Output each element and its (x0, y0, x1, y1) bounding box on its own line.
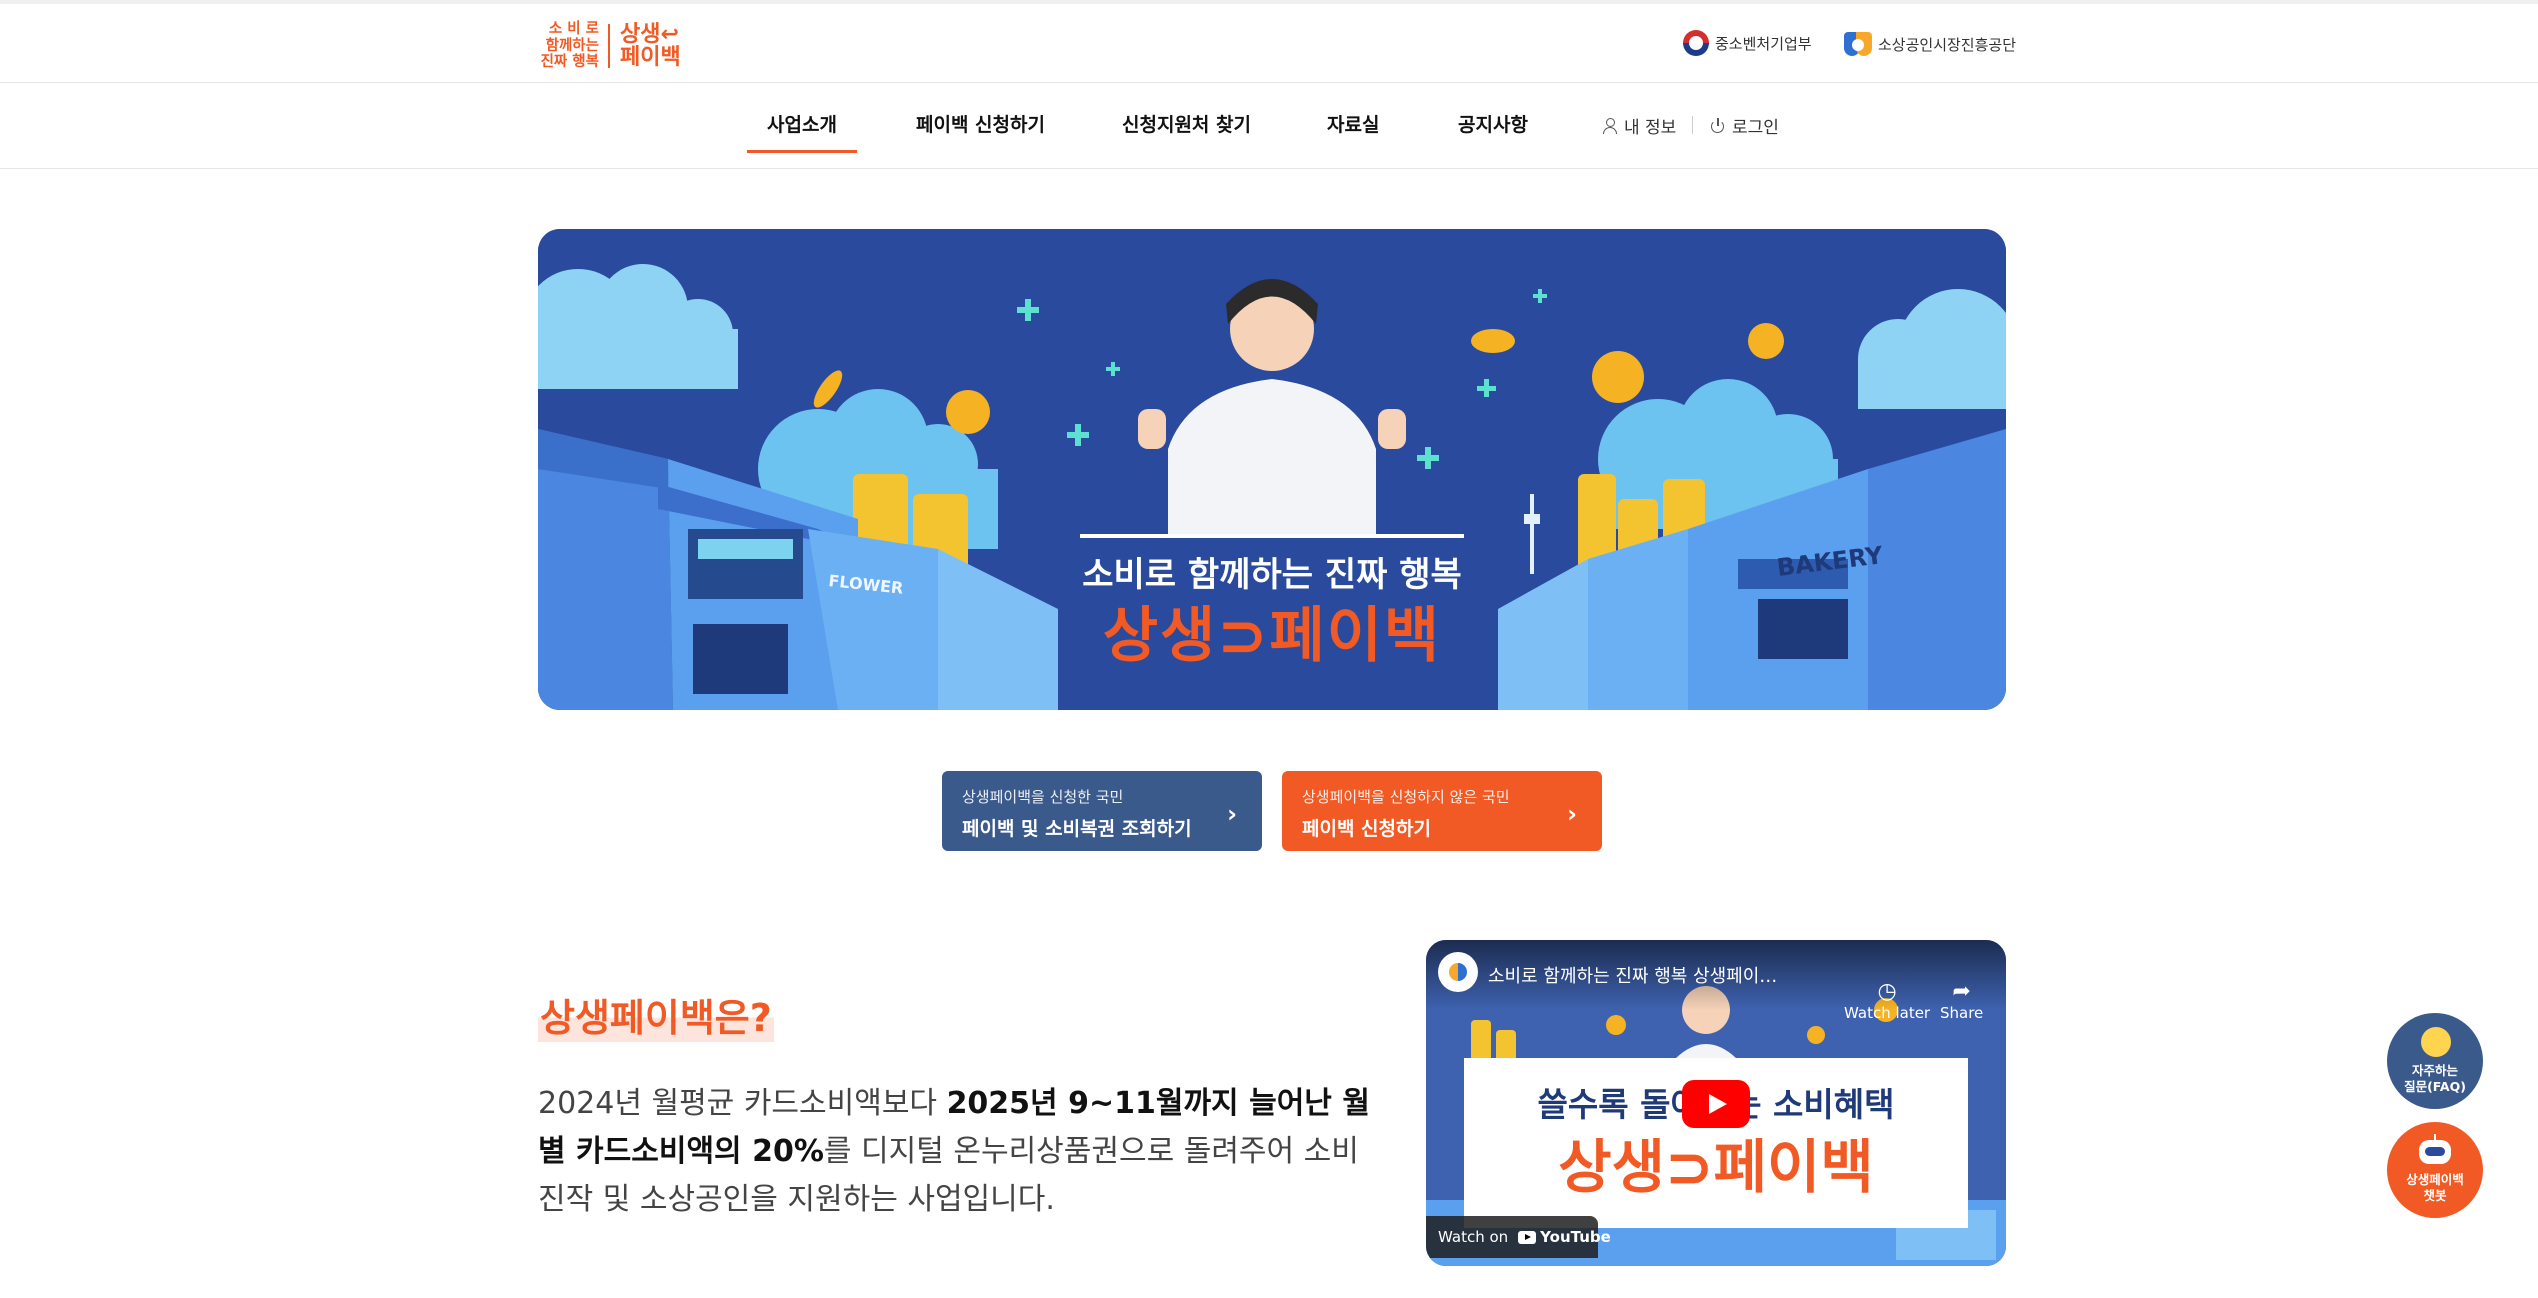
logo-brand-line: 페이백 (620, 45, 681, 70)
banner-title-bar (1080, 534, 1464, 538)
chatbot-label-line: 챗봇 (2423, 1188, 2447, 1203)
logo-slogan-line: 소 비 로 (548, 21, 599, 38)
logo-slogan-line: 함께하는 (545, 37, 599, 54)
power-icon (1710, 117, 1726, 134)
intro-title: 상생페이백은? (538, 987, 774, 1042)
logo-brand-line: 상생↩ (620, 22, 679, 47)
logo-divider (608, 24, 610, 68)
faq-character-icon (2421, 1027, 2451, 1057)
gov-link-semas[interactable]: 소상공인시장진흥공단 (1844, 30, 2016, 58)
channel-avatar[interactable] (1438, 952, 1478, 992)
cta-label: 페이백 및 소비복권 조회하기 (962, 818, 1192, 840)
nav-item-apply[interactable]: 페이백 신청하기 (916, 110, 1045, 140)
faq-label-line: 질문(FAQ) (2404, 1079, 2466, 1094)
check-payback-button[interactable]: 상생페이백을 신청한 국민 페이백 및 소비복권 조회하기 › (942, 771, 1262, 851)
site-logo[interactable]: 소 비 로 함께하는 진짜 행복 상생↩ 페이백 (537, 20, 681, 72)
gov-link-mss[interactable]: 중소벤처기업부 (1683, 30, 1812, 56)
watch-later-label: Watch later (1844, 1004, 1931, 1022)
intro-text-part: 2024년 월평균 카드소비액보다 (538, 1086, 947, 1121)
video-thumb-brand: 상생⊃페이백 (1558, 1133, 1874, 1201)
my-info-label: 내 정보 (1624, 118, 1677, 138)
apply-payback-button[interactable]: 상생페이백을 신청하지 않은 국민 페이백 신청하기 › (1282, 771, 1602, 851)
chevron-right-icon: › (1227, 800, 1237, 828)
cta-caption: 상생페이백을 신청한 국민 (962, 788, 1124, 806)
chatbot-floating-button[interactable]: 상생페이백 챗봇 (2387, 1122, 2483, 1218)
top-border (0, 0, 2538, 4)
gov-link-label: 소상공인시장진흥공단 (1878, 35, 2017, 54)
gov-link-label: 중소벤처기업부 (1715, 34, 1812, 53)
share-icon: ➦ (1952, 979, 1971, 1004)
chatbot-label-line: 상생페이백 (2406, 1172, 2464, 1187)
hero-banner: FLOWER BAKERY 소비로 함께하는 진짜 행복 상생⊃페이백 (538, 229, 2006, 710)
youtube-play-icon (1518, 1230, 1537, 1244)
utility-divider (1692, 116, 1693, 134)
nav-item-archive[interactable]: 자료실 (1327, 110, 1379, 140)
cta-caption: 상생페이백을 신청하지 않은 국민 (1302, 788, 1510, 806)
watch-later-button[interactable]: ◷ Watch later (1844, 979, 1931, 1023)
faq-label-line: 자주하는 (2411, 1063, 2458, 1078)
share-button[interactable]: ➦ Share (1940, 979, 1984, 1023)
chevron-right-icon: › (1567, 800, 1577, 828)
play-button[interactable] (1682, 1080, 1750, 1128)
login-label: 로그인 (1732, 118, 1779, 138)
cta-label: 페이백 신청하기 (1302, 818, 1431, 840)
login-link[interactable]: 로그인 (1710, 113, 1779, 138)
logo-slogan-line: 진짜 행복 (540, 54, 599, 71)
intro-description: 2024년 월평균 카드소비액보다 2025년 9~11월까지 늘어난 월별 카… (538, 1080, 1378, 1224)
nav-divider (0, 168, 2538, 169)
watch-on-youtube-button[interactable]: Watch on YouTube (1426, 1216, 1611, 1258)
my-info-link[interactable]: 내 정보 (1602, 113, 1676, 138)
nav-item-notice[interactable]: 공지사항 (1458, 110, 1528, 140)
robot-icon (2419, 1134, 2451, 1164)
youtube-label: YouTube (1540, 1228, 1611, 1246)
video-title[interactable]: 소비로 함께하는 진짜 행복 상생페이백 신청 가... (1488, 962, 1788, 988)
user-icon (1602, 117, 1618, 134)
header-divider (0, 82, 2538, 83)
banner-title: 상생⊃페이백 (1102, 601, 1442, 671)
share-label: Share (1940, 1004, 1984, 1022)
taegeuk-emblem-icon (1683, 30, 1709, 56)
clock-icon: ◷ (1877, 979, 1897, 1004)
nav-item-intro[interactable]: 사업소개 (767, 110, 837, 140)
nav-item-find-center[interactable]: 신청지원처 찾기 (1122, 110, 1251, 140)
logo-brand: 상생↩ 페이백 (620, 23, 681, 69)
semas-shield-icon (1844, 30, 1872, 58)
watch-on-label: Watch on (1438, 1228, 1509, 1246)
nav-active-indicator (747, 150, 857, 153)
youtube-video-embed[interactable]: 쓸수록 돌아오는 소비혜택 상생⊃페이백 소비로 함께하는 진짜 행복 상생페이… (1426, 940, 2006, 1266)
logo-slogan: 소 비 로 함께하는 진짜 행복 (537, 21, 599, 71)
youtube-logo: YouTube (1518, 1228, 1611, 1246)
faq-floating-button[interactable]: 자주하는 질문(FAQ) (2387, 1013, 2483, 1109)
